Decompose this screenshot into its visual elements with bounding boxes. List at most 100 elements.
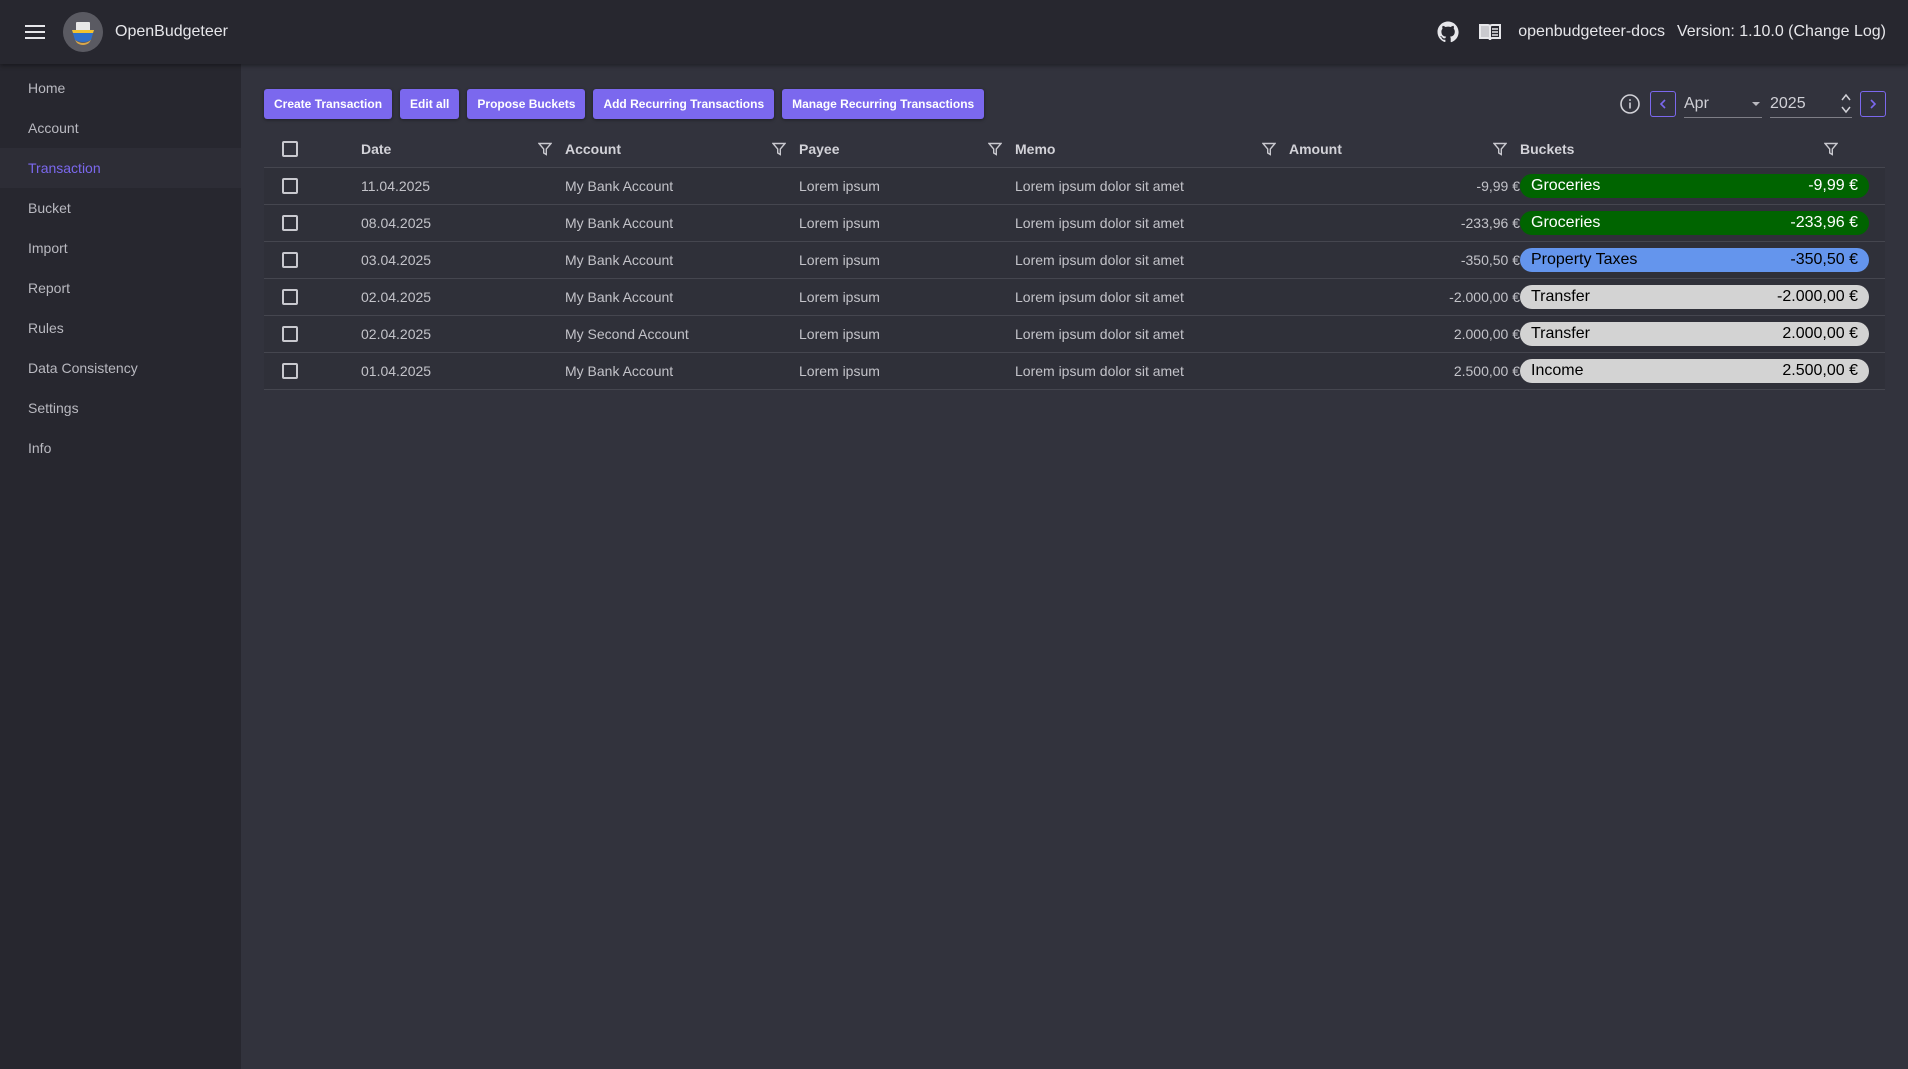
row-checkbox[interactable] xyxy=(282,363,298,379)
bucket-name: Transfer xyxy=(1531,325,1590,342)
bucket-chip[interactable]: Groceries -233,96 € xyxy=(1520,211,1869,235)
sidebar-item-rules[interactable]: Rules xyxy=(0,308,241,348)
row-checkbox[interactable] xyxy=(282,326,298,342)
year-input[interactable]: 2025 xyxy=(1770,90,1852,118)
app-bar: OpenBudgeteer openbudgeteer-docs Version… xyxy=(0,0,1908,64)
buckets-filter-button[interactable] xyxy=(1821,139,1841,159)
bucket-chip[interactable]: Transfer 2.000,00 € xyxy=(1520,322,1869,346)
bucket-chip[interactable]: Income 2.500,00 € xyxy=(1520,359,1869,383)
next-month-button[interactable] xyxy=(1860,91,1886,117)
cell-memo: Lorem ipsum dolor sit amet xyxy=(1015,204,1289,242)
year-value: 2025 xyxy=(1770,94,1806,112)
column-header-account[interactable]: Account xyxy=(565,141,621,157)
cell-date: 01.04.2025 xyxy=(361,352,565,390)
main-content: Create Transaction Edit all Propose Buck… xyxy=(241,64,1908,1069)
bucket-amount: -9,99 € xyxy=(1808,177,1858,194)
spin-up-icon xyxy=(1841,93,1851,101)
table-row[interactable]: 02.04.2025 My Second Account Lorem ipsum… xyxy=(264,315,1885,353)
chevron-right-icon xyxy=(1870,99,1877,109)
table-row[interactable]: 01.04.2025 My Bank Account Lorem ipsum L… xyxy=(264,352,1885,390)
bucket-amount: -2.000,00 € xyxy=(1777,288,1858,305)
previous-month-button[interactable] xyxy=(1650,91,1676,117)
cell-account: My Bank Account xyxy=(565,167,799,205)
bucket-chip[interactable]: Transfer -2.000,00 € xyxy=(1520,285,1869,309)
menu-button[interactable] xyxy=(17,14,53,50)
table-row[interactable]: 08.04.2025 My Bank Account Lorem ipsum L… xyxy=(264,204,1885,242)
filter-icon xyxy=(538,142,552,156)
cell-memo: Lorem ipsum dolor sit amet xyxy=(1015,278,1289,316)
table-row[interactable]: 11.04.2025 My Bank Account Lorem ipsum L… xyxy=(264,167,1885,205)
table-header-row: Date Account Payee Memo Amount Buckets xyxy=(264,130,1885,168)
table-row[interactable]: 03.04.2025 My Bank Account Lorem ipsum L… xyxy=(264,241,1885,279)
info-button[interactable] xyxy=(1618,92,1642,116)
column-header-date[interactable]: Date xyxy=(361,141,391,157)
filter-icon xyxy=(988,142,1002,156)
manage-recurring-transactions-button[interactable]: Manage Recurring Transactions xyxy=(782,89,985,119)
row-checkbox[interactable] xyxy=(282,215,298,231)
cell-memo: Lorem ipsum dolor sit amet xyxy=(1015,352,1289,390)
app-title[interactable]: OpenBudgeteer xyxy=(115,23,228,41)
cell-payee: Lorem ipsum xyxy=(799,204,1015,242)
info-icon xyxy=(1620,94,1640,114)
sidebar-item-data-consistency[interactable]: Data Consistency xyxy=(0,348,241,388)
column-header-payee[interactable]: Payee xyxy=(799,141,839,157)
transactions-table: Date Account Payee Memo Amount Buckets 1… xyxy=(264,130,1885,390)
row-checkbox[interactable] xyxy=(282,252,298,268)
add-recurring-transactions-button[interactable]: Add Recurring Transactions xyxy=(593,89,775,119)
version-link[interactable]: Version: 1.10.0 (Change Log) xyxy=(1677,23,1886,41)
column-header-buckets[interactable]: Buckets xyxy=(1520,141,1574,157)
filter-icon xyxy=(1262,142,1276,156)
select-all-checkbox[interactable] xyxy=(282,140,298,157)
github-icon xyxy=(1437,21,1459,43)
menu-icon xyxy=(25,25,45,39)
cell-payee: Lorem ipsum xyxy=(799,315,1015,353)
bucket-chip[interactable]: Groceries -9,99 € xyxy=(1520,174,1869,198)
sidebar-item-home[interactable]: Home xyxy=(0,68,241,108)
cell-account: My Bank Account xyxy=(565,278,799,316)
date-navigation: Apr 2025 xyxy=(1618,89,1886,119)
sidebar-item-info[interactable]: Info xyxy=(0,428,241,468)
amount-filter-button[interactable] xyxy=(1490,139,1510,159)
payee-filter-button[interactable] xyxy=(985,139,1005,159)
sidebar-item-transaction[interactable]: Transaction xyxy=(0,148,241,188)
year-decrement-button[interactable] xyxy=(1840,104,1852,117)
cell-date: 02.04.2025 xyxy=(361,278,565,316)
date-filter-button[interactable] xyxy=(535,139,555,159)
sidebar-item-settings[interactable]: Settings xyxy=(0,388,241,428)
docs-button[interactable] xyxy=(1476,18,1504,46)
cell-date: 08.04.2025 xyxy=(361,204,565,242)
sidebar-item-bucket[interactable]: Bucket xyxy=(0,188,241,228)
column-header-memo[interactable]: Memo xyxy=(1015,141,1055,157)
bucket-name: Groceries xyxy=(1531,214,1601,231)
cell-account: My Bank Account xyxy=(565,352,799,390)
column-header-amount[interactable]: Amount xyxy=(1289,141,1342,157)
propose-buckets-button[interactable]: Propose Buckets xyxy=(467,89,586,119)
row-checkbox[interactable] xyxy=(282,178,298,194)
sidebar-item-account[interactable]: Account xyxy=(0,108,241,148)
sidebar-item-report[interactable]: Report xyxy=(0,268,241,308)
bucket-amount: 2.500,00 € xyxy=(1782,362,1858,379)
create-transaction-button[interactable]: Create Transaction xyxy=(264,89,393,119)
cell-account: My Second Account xyxy=(565,315,799,353)
memo-filter-button[interactable] xyxy=(1259,139,1279,159)
month-select[interactable]: Apr xyxy=(1684,90,1762,118)
filter-icon xyxy=(1824,142,1838,156)
bucket-chip[interactable]: Property Taxes -350,50 € xyxy=(1520,248,1869,272)
table-row[interactable]: 02.04.2025 My Bank Account Lorem ipsum L… xyxy=(264,278,1885,316)
github-button[interactable] xyxy=(1434,18,1462,46)
bucket-name: Transfer xyxy=(1531,288,1590,305)
cell-amount: -233,96 € xyxy=(1289,204,1520,242)
cell-memo: Lorem ipsum dolor sit amet xyxy=(1015,315,1289,353)
account-filter-button[interactable] xyxy=(769,139,789,159)
sidebar-item-import[interactable]: Import xyxy=(0,228,241,268)
docs-link[interactable]: openbudgeteer-docs xyxy=(1518,23,1665,41)
cell-payee: Lorem ipsum xyxy=(799,352,1015,390)
filter-icon xyxy=(772,142,786,156)
bucket-amount: 2.000,00 € xyxy=(1782,325,1858,342)
edit-all-button[interactable]: Edit all xyxy=(400,89,460,119)
dropdown-arrow-icon xyxy=(1752,101,1760,106)
chevron-left-icon xyxy=(1659,99,1666,109)
row-checkbox[interactable] xyxy=(282,289,298,305)
year-increment-button[interactable] xyxy=(1840,91,1852,104)
cell-payee: Lorem ipsum xyxy=(799,278,1015,316)
